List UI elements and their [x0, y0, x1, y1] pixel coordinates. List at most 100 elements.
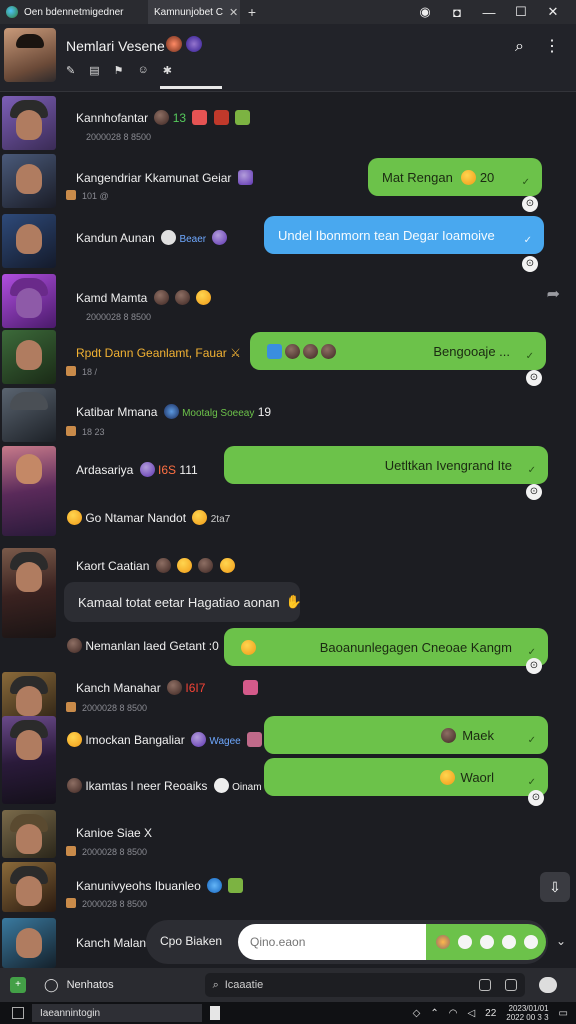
avatar [2, 862, 56, 912]
sender-name: Katibar Mmana [76, 405, 158, 419]
chat-title: Nemlari Vesene [66, 38, 165, 54]
bottom-search[interactable]: ⌕ Icaaatie [204, 973, 525, 997]
clock[interactable]: 2023/01/01 2022 00 3 3 [506, 1004, 548, 1022]
avatar [2, 716, 56, 804]
tab-title: Kamnunjobet C [154, 6, 223, 18]
camera-icon[interactable] [502, 935, 516, 949]
message-time: 18 23 [66, 426, 105, 437]
message-bubble[interactable]: Bengooaje ... ✓ [250, 332, 546, 370]
reaction-icon[interactable]: ⊙ [522, 256, 538, 272]
sender-badge: Mootalg Soeeay [182, 408, 255, 419]
message-bubble[interactable]: Uetltkan Ivengrand Ite ✓ [224, 446, 548, 484]
window-controls: ◉ ◘ — ☐ ✕ [418, 4, 576, 20]
volume-icon[interactable]: ◁ [467, 1008, 475, 1019]
message-sender: Kanch Manahar I6I7 [76, 680, 258, 695]
reaction-icon[interactable]: ⊙ [526, 484, 542, 500]
attach-icon[interactable] [480, 935, 494, 949]
card-icon [213, 110, 229, 125]
wifi-icon[interactable]: ◠ [449, 1008, 458, 1019]
bubble-extra: 20 [479, 169, 495, 185]
flag-emoji-icon [192, 110, 208, 125]
media-icon[interactable]: ✎ [66, 64, 75, 77]
message-sender: Kaort Caatian [76, 558, 235, 573]
chat-list[interactable]: Kannhofantar 13 2000028 8 8500 Kangendri… [0, 92, 576, 968]
flag-icon[interactable]: ⚑ [114, 64, 124, 77]
compose-label: Cpo Biaken [160, 934, 223, 948]
close-window-icon[interactable]: ✕ [546, 4, 560, 20]
settings-icon[interactable]: ✱ [163, 64, 172, 77]
gift-icon [228, 878, 244, 893]
message-bubble[interactable]: Waorl ✓ [264, 758, 548, 796]
message-bubble[interactable]: Maek ✓ [264, 716, 548, 754]
chevron-down-icon[interactable]: ⌄ [556, 934, 566, 948]
message-time: 2000028 8 8500 [66, 898, 147, 909]
taskbar-box[interactable] [210, 1006, 220, 1020]
sticker-icon[interactable] [478, 979, 491, 991]
avatar [2, 214, 56, 268]
message-input[interactable] [238, 924, 428, 960]
message-time: 2000028 8 8500 [66, 846, 147, 857]
image-icon[interactable] [504, 979, 517, 991]
reaction-icon[interactable]: ⊙ [526, 370, 542, 386]
sender-badge: 13 [172, 111, 187, 125]
browser-tab-2[interactable]: Kamnunjobet C ✕ [148, 0, 240, 24]
notification-icon[interactable]: ▭ [559, 1008, 568, 1019]
mic-icon[interactable] [538, 977, 557, 993]
new-tab-button[interactable]: + [240, 4, 264, 20]
avatar [2, 96, 56, 150]
globe-icon [163, 404, 179, 419]
sender-badge: Oinam [232, 782, 262, 793]
emoji-icon [67, 510, 82, 525]
sticker-icon[interactable] [436, 935, 450, 949]
people-icon[interactable]: ☺ [138, 64, 149, 77]
start-icon[interactable] [12, 1007, 24, 1019]
sender-badge: 2ta7 [210, 514, 231, 525]
message-sender: Kannhofantar 13 [76, 110, 251, 125]
sender-count: 19 [257, 405, 272, 419]
reaction-icon[interactable]: ⊙ [526, 658, 542, 674]
emoji-icon [439, 769, 455, 785]
up-icon[interactable]: ⌃ [430, 1008, 438, 1019]
sender-badge: I6I7 [185, 681, 206, 695]
globe-icon [6, 6, 18, 18]
avatar [2, 548, 56, 638]
sender-badge: Wagee [209, 736, 241, 747]
read-receipt-icon: ✓ [527, 735, 536, 746]
network-icon[interactable]: ◇ [413, 1008, 421, 1019]
message-bubble[interactable]: Baoanunlegagen Cneoae Kangm ✓ [224, 628, 548, 666]
maximize-icon[interactable]: ☐ [514, 4, 528, 20]
reaction-icon[interactable]: ⊙ [528, 790, 544, 806]
record-icon[interactable]: ◉ [418, 4, 432, 20]
browser-tab-1[interactable]: Oen bdennetmigedner [0, 0, 148, 24]
reaction-icon[interactable]: ⊙ [522, 196, 538, 212]
emoji-button-icon[interactable] [458, 935, 472, 949]
message-bubble[interactable]: Mat Rengan 20 ✓ [368, 158, 542, 196]
avatar[interactable] [4, 28, 56, 82]
taskbar-app[interactable]: Iaeannintogin [32, 1004, 202, 1022]
sender-badge: I6S [158, 463, 177, 477]
message-bubble[interactable]: Undel Ibonmorn tean Degar Ioamoive ✓ [264, 216, 544, 254]
close-icon[interactable]: ✕ [229, 6, 238, 19]
emoji-icon [155, 558, 171, 573]
forward-icon[interactable]: ➦ [547, 284, 560, 304]
avatar [2, 154, 56, 208]
emoji-icon [460, 169, 476, 185]
gallery-icon[interactable]: ▤ [89, 64, 99, 77]
sender-name: Kannhofantar [76, 111, 149, 125]
extension-icon[interactable]: ◘ [450, 5, 464, 20]
chat-icon[interactable]: ◯ [44, 977, 59, 993]
minimize-icon[interactable]: — [482, 5, 496, 20]
emoji-icon [139, 462, 155, 477]
scroll-down-button[interactable]: ⇩ [540, 872, 570, 902]
flower-icon [212, 230, 228, 245]
more-icon[interactable]: ⋮ [544, 36, 560, 56]
title-badges [166, 36, 202, 52]
search-icon[interactable]: ⌕ [515, 38, 524, 56]
read-receipt-icon: ✓ [527, 465, 536, 476]
sender-name: Kaort Caatian [76, 559, 150, 573]
add-icon[interactable]: + [10, 977, 26, 993]
message-bubble[interactable]: Kamaal totat eetar Hagatiao aonan ✋ [64, 582, 302, 622]
send-icon[interactable] [524, 935, 538, 949]
bubble-text: Waorl [460, 769, 494, 785]
emoji-icon [441, 727, 457, 743]
